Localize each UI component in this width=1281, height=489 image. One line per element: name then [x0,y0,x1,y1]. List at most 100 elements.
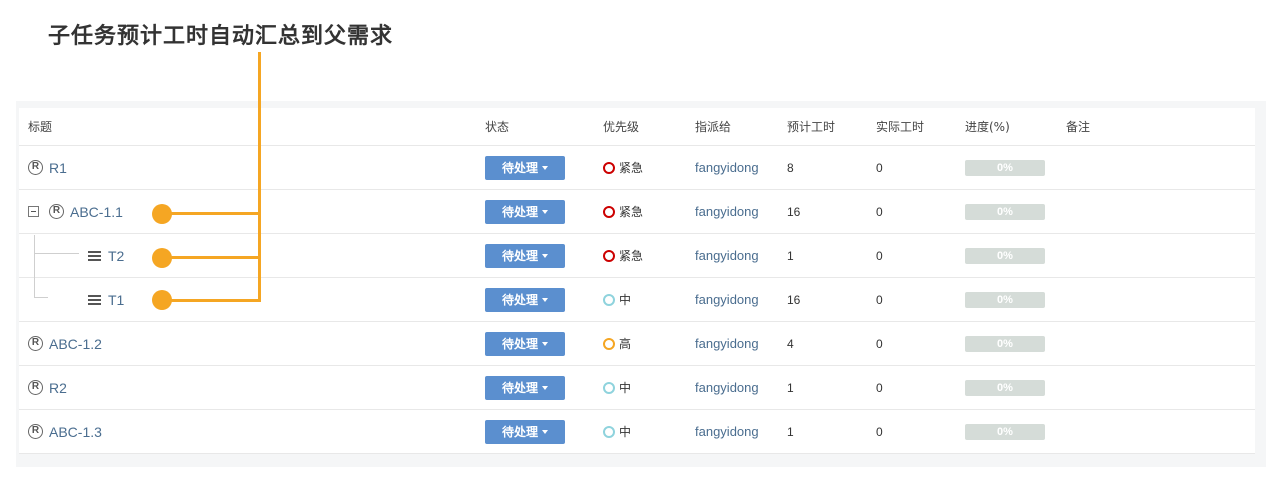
row-title-link[interactable]: T2 [108,248,124,264]
annotation-dot [152,248,172,268]
tree-connector [34,235,35,297]
annotation-dot [152,290,172,310]
actual-hours-value: 0 [876,292,883,307]
row-title-link[interactable]: ABC-1.2 [49,336,102,352]
tree-connector [34,297,48,298]
row-title-link[interactable]: ABC-1.1 [70,204,123,220]
progress-bar: 0% [965,379,1045,396]
row-title-link[interactable]: T1 [108,292,124,308]
status-label: 待处理 [501,205,538,219]
priority-label: 中 [619,425,632,439]
estimated-hours-value: 8 [787,160,794,175]
status-dropdown-button[interactable]: 待处理 [485,331,565,356]
collapse-icon[interactable] [28,206,39,217]
assignee-link[interactable]: fangyidong [695,336,759,351]
progress-label: 0% [997,249,1013,262]
progress-cell: 0% [965,410,1045,453]
estimated-hours-value: 16 [787,204,801,219]
requirement-icon: R [49,204,64,219]
priority-label: 中 [619,381,632,395]
title-cell: T1 [28,278,124,321]
priority-circle-icon [603,293,615,306]
status-dropdown-button[interactable]: 待处理 [485,287,565,312]
title-cell: R ABC-1.2 [28,322,102,365]
assignee-link[interactable]: fangyidong [695,204,759,219]
status-cell: 待处理 [485,146,565,189]
progress-bar: 0% [965,423,1045,440]
assignee-link[interactable]: fangyidong [695,424,759,439]
priority-cell: 中 [603,366,631,409]
annotation-headline: 子任务预计工时自动汇总到父需求 [48,24,394,49]
column-header-title[interactable]: 标题 [28,108,52,145]
table-row[interactable]: R R2 待处理 中 fangyidong 1 0 0% [19,366,1255,410]
task-icon [88,294,101,305]
status-dropdown-button[interactable]: 待处理 [485,419,565,444]
estimated-hours-value: 16 [787,292,801,307]
actual-hours-value: 0 [876,160,883,175]
status-dropdown-button[interactable]: 待处理 [485,199,565,224]
progress-cell: 0% [965,278,1045,321]
requirement-icon: R [28,380,43,395]
caret-down-icon [542,253,548,258]
column-header-progress[interactable]: 进度(%) [965,108,1010,145]
assignee-link[interactable]: fangyidong [695,160,759,175]
table-row[interactable]: R ABC-1.3 待处理 中 fangyidong 1 0 0% [19,410,1255,454]
actual-hours-value: 0 [876,204,883,219]
status-label: 待处理 [501,161,538,175]
status-label: 待处理 [501,293,538,307]
annotation-connector [160,299,261,302]
assignee-cell: fangyidong [695,190,759,233]
assignee-cell: fangyidong [695,278,759,321]
status-dropdown-button[interactable]: 待处理 [485,155,565,180]
progress-cell: 0% [965,190,1045,233]
requirements-table: 标题 状态 优先级 指派给 预计工时 实际工时 进度(%) 备注 R R1 待处理紧… [19,108,1255,454]
table-row[interactable]: R ABC-1.2 待处理 高 fangyidong 4 0 0% [19,322,1255,366]
progress-bar: 0% [965,247,1045,264]
row-title-link[interactable]: R1 [49,160,67,176]
progress-bar: 0% [965,335,1045,352]
row-title-link[interactable]: R2 [49,380,67,396]
assignee-cell: fangyidong [695,366,759,409]
task-icon [88,250,101,261]
status-label: 待处理 [501,381,538,395]
column-header-assignee[interactable]: 指派给 [695,108,731,145]
caret-down-icon [542,297,548,302]
status-dropdown-button[interactable]: 待处理 [485,375,565,400]
status-cell: 待处理 [485,410,565,453]
caret-down-icon [542,429,548,434]
progress-label: 0% [997,161,1013,174]
assignee-link[interactable]: fangyidong [695,248,759,263]
status-label: 待处理 [501,425,538,439]
requirement-icon: R [28,160,43,175]
assignee-link[interactable]: fangyidong [695,292,759,307]
column-header-status[interactable]: 状态 [485,108,509,145]
assignee-cell: fangyidong [695,410,759,453]
priority-label: 中 [619,293,632,307]
priority-label: 高 [619,337,632,351]
assignee-cell: fangyidong [695,234,759,277]
status-label: 待处理 [501,337,538,351]
status-label: 待处理 [501,249,538,263]
column-header-note[interactable]: 备注 [1066,108,1090,145]
row-title-link[interactable]: ABC-1.3 [49,424,102,440]
priority-label: 紧急 [619,205,644,219]
tree-connector [34,253,79,254]
priority-label: 紧急 [619,161,644,175]
column-header-priority[interactable]: 优先级 [603,108,639,145]
title-cell: R R2 [28,366,67,409]
priority-circle-icon [603,337,615,350]
estimated-hours-value: 1 [787,424,794,439]
column-header-estimated-hours[interactable]: 预计工时 [787,108,835,145]
status-dropdown-button[interactable]: 待处理 [485,243,565,268]
progress-label: 0% [997,425,1013,438]
caret-down-icon [542,165,548,170]
estimated-hours-value: 4 [787,336,794,351]
assignee-link[interactable]: fangyidong [695,380,759,395]
table-row[interactable]: R R1 待处理 紧急 fangyidong 8 0 0% [19,146,1255,190]
actual-hours-value: 0 [876,336,883,351]
actual-hours-value: 0 [876,248,883,263]
progress-cell: 0% [965,146,1045,189]
actual-hours-value: 0 [876,380,883,395]
column-header-actual-hours[interactable]: 实际工时 [876,108,924,145]
priority-cell: 紧急 [603,234,643,277]
